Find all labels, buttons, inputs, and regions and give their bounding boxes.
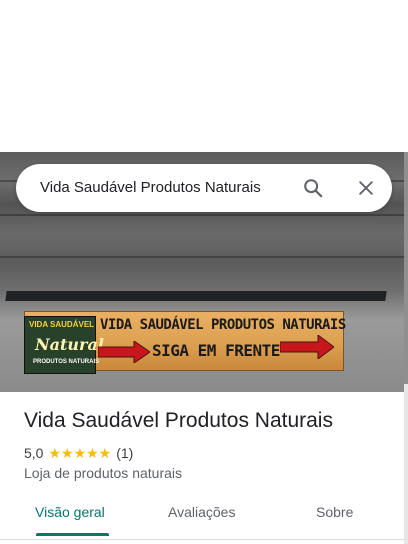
- stair-tread-strip: [5, 291, 387, 301]
- scrollbar-thumb[interactable]: [404, 152, 408, 384]
- place-category[interactable]: Loja de produtos naturais: [24, 465, 182, 481]
- place-title: Vida Saudável Produtos Naturais: [24, 409, 333, 432]
- sign-logo-brand: Natural: [35, 335, 104, 354]
- active-tab-indicator: [36, 533, 109, 536]
- rating-stars-icon: ★★★★★: [48, 444, 112, 461]
- stair-edge: [0, 214, 404, 216]
- tabs-divider: [0, 539, 404, 540]
- sign-logo-bottom: PRODUTOS NATURAIS: [33, 359, 100, 365]
- search-input[interactable]: Vida Saudável Produtos Naturais: [40, 179, 261, 196]
- sign-text-line1: VIDA SAUDÁVEL PRODUTOS NATURAIS: [100, 317, 346, 333]
- sign-logo-top: VIDA SAUDÁVEL: [29, 320, 95, 329]
- arrow-right-icon: [280, 335, 334, 359]
- tab-about[interactable]: Sobre: [316, 504, 353, 520]
- tab-overview[interactable]: Visão geral: [35, 504, 105, 520]
- close-icon[interactable]: [356, 178, 376, 198]
- sign-text-line2: SIGA EM FRENTE: [152, 341, 280, 360]
- tab-reviews[interactable]: Avaliações: [168, 504, 235, 520]
- rating-row[interactable]: 5,0 ★★★★★ (1): [24, 444, 133, 462]
- search-bar[interactable]: Vida Saudável Produtos Naturais: [16, 164, 392, 212]
- sign-logo: VIDA SAUDÁVEL Natural PRODUTOS NATURAIS: [24, 316, 104, 374]
- review-count[interactable]: (1): [116, 445, 133, 461]
- rating-value: 5,0: [24, 445, 44, 461]
- search-icon[interactable]: [302, 177, 324, 199]
- stair-edge: [0, 256, 404, 258]
- tab-bar: Visão geral Avaliações Sobre: [0, 498, 404, 538]
- arrow-right-icon: [98, 341, 150, 363]
